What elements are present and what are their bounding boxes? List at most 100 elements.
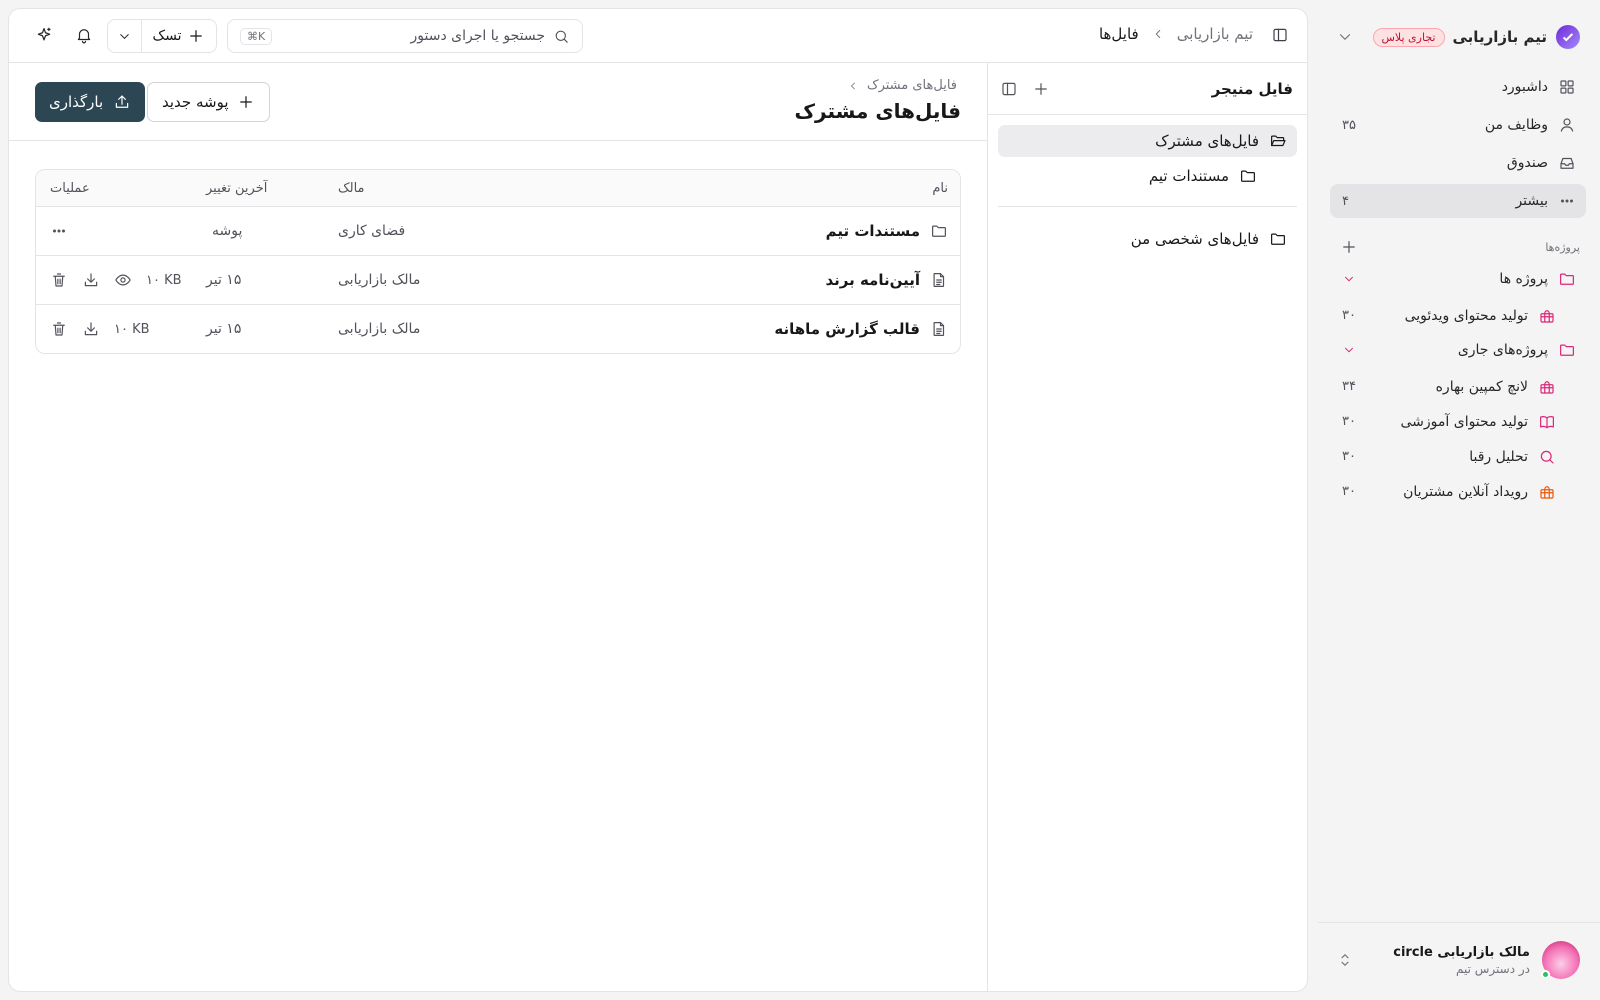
trash-icon[interactable] <box>50 271 68 289</box>
user-menu[interactable]: مالک بازاریابی circle در دسترس تیم <box>1336 936 1580 984</box>
tree-item-label: مستندات تیم <box>1148 167 1229 185</box>
download-icon[interactable] <box>82 320 100 338</box>
tree-item-shared[interactable]: فایل‌های مشترک <box>998 125 1297 157</box>
project-item[interactable]: تحلیل رقبا ۳۰ <box>1330 439 1586 474</box>
nav-label: داشبورد <box>1501 79 1548 95</box>
project-count: ۳۴ <box>1342 379 1356 394</box>
nav-count: ۳۵ <box>1342 117 1356 133</box>
file-manager-title: فایل منیجر <box>1211 79 1293 98</box>
search-input[interactable] <box>272 28 545 44</box>
project-folder[interactable]: پروژه ها <box>1330 262 1586 296</box>
row-owner: مالک بازاریابی <box>338 272 421 288</box>
projects-section-header: پروژه‌ها <box>1340 236 1580 258</box>
more-icon[interactable] <box>50 222 68 240</box>
sidebar-toggle-icon[interactable] <box>1271 26 1289 44</box>
sub-breadcrumb: فایل‌های مشترک <box>847 78 957 93</box>
workspace-switcher[interactable]: تیم بازاریابی تجاری پلاس <box>1336 20 1580 54</box>
chevron-left-icon <box>1151 27 1165 41</box>
tree-item-personal[interactable]: فایل‌های شخصی من <box>998 223 1297 255</box>
nav-label: بیشتر <box>1515 193 1548 209</box>
project-label: تحلیل رقبا <box>1469 448 1528 465</box>
tree-item-team-docs[interactable]: مستندات تیم <box>998 160 1297 192</box>
new-task-button[interactable]: تسک <box>142 20 216 52</box>
shortcut-hint: ⌘K <box>240 27 273 45</box>
main-panel: تیم بازاریابی فایل‌ها ⌘K تسک فایل منیجر <box>8 8 1308 992</box>
row-name: آیین‌نامه برند <box>825 271 920 289</box>
column-name[interactable]: نام <box>932 181 948 196</box>
nav-item-my-tasks[interactable]: وظایف من ۳۵ <box>1330 108 1586 142</box>
table-row[interactable]: مستندات تیم فضای کاری پوشه <box>36 206 960 255</box>
bell-icon[interactable] <box>75 26 93 44</box>
add-icon[interactable] <box>1032 80 1050 98</box>
workspace-name: تیم بازاریابی <box>1452 28 1548 46</box>
nav-label: وظایف من <box>1484 117 1548 133</box>
search-box[interactable]: ⌘K <box>227 19 583 53</box>
row-name: مستندات تیم <box>825 222 920 240</box>
folder-icon <box>1558 270 1576 288</box>
breadcrumb-parent[interactable]: تیم بازاریابی <box>1177 25 1253 43</box>
gift-icon <box>1538 483 1556 501</box>
row-owner: فضای کاری <box>338 223 406 239</box>
download-icon[interactable] <box>82 271 100 289</box>
folder-label: پروژه ها <box>1499 271 1548 287</box>
column-modified[interactable]: آخرین تغییر <box>206 181 356 196</box>
file-size: ۱۰ KB <box>114 321 150 337</box>
top-bar: تیم بازاریابی فایل‌ها ⌘K تسک <box>9 9 1307 63</box>
project-label: تولید محتوای آموزشی <box>1400 413 1529 430</box>
folder-icon <box>1558 341 1576 359</box>
content-area: فایل‌های مشترک فایل‌های مشترک پوشه جدید … <box>9 63 987 991</box>
row-name: قالب گزارش ماهانه <box>774 320 920 338</box>
file-tree: فایل‌های مشترک مستندات تیم فایل‌های شخصی… <box>988 115 1307 268</box>
user-name: مالک بازاریابی circle <box>1393 944 1530 960</box>
project-item[interactable]: تولید محتوای آموزشی ۳۰ <box>1330 404 1586 439</box>
trash-icon[interactable] <box>50 320 68 338</box>
upload-button[interactable]: بارگذاری <box>35 82 146 122</box>
eye-icon[interactable] <box>114 271 132 289</box>
upload-icon <box>113 93 131 111</box>
workspace-logo-icon <box>1556 25 1580 49</box>
online-status-dot <box>1541 970 1550 979</box>
project-item[interactable]: رویداد آنلاین مشتریان ۳۰ <box>1330 474 1586 509</box>
column-owner[interactable]: مالک <box>338 181 508 196</box>
project-label: رویداد آنلاین مشتریان <box>1403 483 1528 500</box>
chevron-down-icon[interactable] <box>1336 28 1354 46</box>
table-row[interactable]: آیین‌نامه برند مالک بازاریابی ۱۵ تیر ۱۰ … <box>36 255 960 304</box>
user-status: در دسترس تیم <box>1455 961 1530 976</box>
table-row[interactable]: قالب گزارش ماهانه مالک بازاریابی ۱۵ تیر … <box>36 304 960 353</box>
tree-item-label: فایل‌های مشترک <box>1155 132 1259 150</box>
project-label: تولید محتوای ویدئویی <box>1404 307 1528 324</box>
chevron-down-icon[interactable] <box>1342 343 1356 357</box>
inbox-icon <box>1558 154 1576 172</box>
panel-toggle-icon[interactable] <box>1000 80 1018 98</box>
plus-icon <box>237 93 255 111</box>
nav-item-more[interactable]: بیشتر ۴ <box>1330 184 1586 218</box>
file-icon <box>930 320 948 338</box>
nav-count: ۴ <box>1342 193 1349 209</box>
task-dropdown-button[interactable] <box>108 20 142 52</box>
file-manager-pane: فایل منیجر فایل‌های مشترک مستندات تیم فا… <box>987 63 1307 991</box>
row-modified: ۱۵ تیر <box>206 321 242 337</box>
project-folder[interactable]: پروژه‌های جاری <box>1330 333 1586 367</box>
folder-icon <box>1269 230 1287 248</box>
sparkle-icon[interactable] <box>35 26 53 44</box>
new-folder-button[interactable]: پوشه جدید <box>147 82 270 122</box>
nav-item-dashboard[interactable]: داشبورد <box>1330 70 1586 104</box>
row-modified: پوشه <box>212 223 243 239</box>
sub-breadcrumb-label[interactable]: فایل‌های مشترک <box>867 78 957 93</box>
chevron-down-icon[interactable] <box>1342 272 1356 286</box>
page-title: فایل‌های مشترک <box>794 99 961 123</box>
file-size: ۱۰ KB <box>146 272 182 288</box>
folder-icon <box>1239 167 1257 185</box>
breadcrumb-current: فایل‌ها <box>1098 25 1139 43</box>
project-item[interactable]: لانچ کمپین بهاره ۳۴ <box>1330 369 1586 404</box>
avatar <box>1541 941 1580 979</box>
chevron-up-down-icon[interactable] <box>1336 951 1354 969</box>
add-project-icon[interactable] <box>1340 238 1358 256</box>
row-owner: مالک بازاریابی <box>338 321 421 337</box>
nav-item-inbox[interactable]: صندوق <box>1330 146 1586 180</box>
column-actions: عملیات <box>50 180 90 196</box>
user-icon <box>1558 116 1576 134</box>
project-item[interactable]: تولید محتوای ویدئویی ۳۰ <box>1330 298 1586 333</box>
new-task-label: تسک <box>152 28 182 44</box>
new-task-button-group: تسک <box>107 19 217 53</box>
